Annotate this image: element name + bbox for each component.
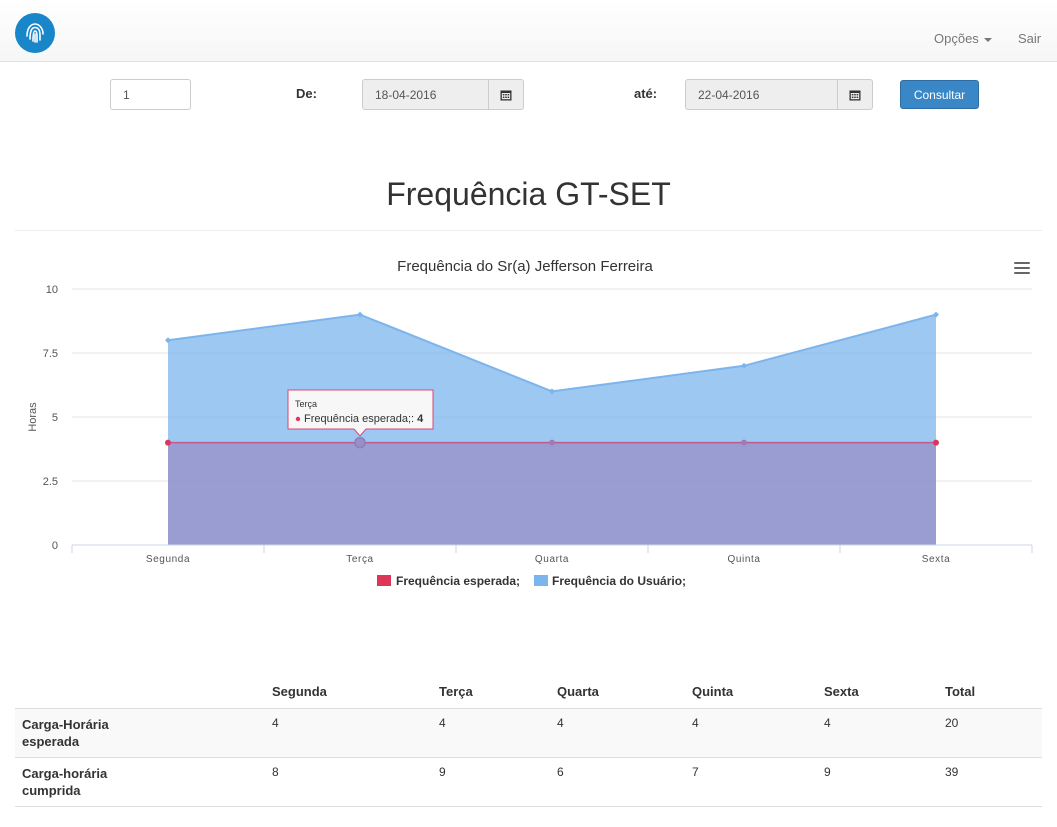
row-label: Carga-horária cumprida [15, 757, 265, 807]
calendar-icon [500, 90, 512, 100]
y-tick-label: 5 [52, 412, 58, 424]
de-label: De: [296, 86, 317, 101]
series-area-expected [168, 442, 936, 545]
hover-marker [354, 436, 366, 449]
x-tick-label: Quinta [727, 554, 760, 565]
tooltip-category: Terça [295, 399, 317, 409]
y-axis-label: Horas [27, 402, 39, 432]
chart-menu-icon[interactable] [1014, 262, 1030, 276]
data-point-expected [549, 439, 555, 446]
legend-swatch [377, 575, 391, 586]
consultar-button[interactable]: Consultar [900, 80, 979, 109]
tooltip-value: 4 [417, 413, 424, 425]
table-cell: 4 [685, 708, 817, 758]
table-cell: 9 [817, 757, 938, 807]
table-cell: 8 [265, 757, 432, 807]
summary-table: Segunda Terça Quarta Quinta Sexta Total … [15, 676, 1042, 807]
table-header-row: Segunda Terça Quarta Quinta Sexta Total [15, 676, 1042, 709]
table-header-cell: Total [938, 676, 1042, 709]
table-header-cell: Sexta [817, 676, 938, 709]
table-cell: 4 [432, 708, 550, 758]
frequency-area-chart: Frequência do Sr(a) Jefferson Ferreira 0 2… [27, 258, 1033, 588]
row-label-line: Carga-horária [22, 765, 108, 781]
x-tick-label: Segunda [146, 554, 190, 565]
tooltip-bullet [295, 416, 301, 422]
data-point-expected [165, 439, 171, 446]
table-header-cell [15, 676, 265, 709]
start-date-input[interactable] [362, 79, 489, 110]
y-tick-label: 2.5 [43, 476, 58, 488]
options-menu-label: Opções [934, 31, 979, 46]
divider [15, 230, 1042, 231]
table-row: Carga-horária cumprida 8 9 6 7 9 39 [15, 757, 1042, 807]
chart-title: Frequência do Sr(a) Jefferson Ferreira [397, 258, 653, 275]
row-label: Carga-Horária esperada [15, 708, 265, 758]
logout-link[interactable]: Sair [1018, 31, 1041, 46]
table-cell: 4 [817, 708, 938, 758]
row-label-line: esperada [22, 733, 80, 749]
y-tick-label: 0 [52, 540, 58, 552]
table-cell: 9 [432, 757, 550, 807]
legend-swatch [534, 575, 548, 586]
end-date-calendar-button[interactable] [837, 79, 873, 110]
legend-label: Frequência esperada; [396, 574, 520, 588]
chart-legend: Frequência esperada; Frequência do Usuári… [377, 574, 686, 588]
legend-label: Frequência do Usuário; [552, 574, 686, 588]
x-tick-label: Quarta [535, 554, 569, 565]
options-menu[interactable]: Opções [934, 31, 992, 46]
fingerprint-logo-icon[interactable] [15, 13, 55, 53]
x-tick-label: Sexta [922, 554, 951, 565]
tooltip-series-label: Frequência esperada;: 4 [304, 413, 424, 425]
table-row: Carga-Horária esperada 4 4 4 4 4 20 [15, 708, 1042, 758]
y-tick-label: 10 [46, 284, 58, 296]
data-point-expected [741, 439, 747, 446]
table-header-cell: Terça [432, 676, 550, 709]
table-cell: 4 [265, 708, 432, 758]
user-id-input[interactable] [110, 79, 191, 110]
caret-down-icon [983, 37, 992, 42]
start-date-calendar-button[interactable] [488, 79, 524, 110]
table-header-cell: Quarta [550, 676, 685, 709]
row-label-line: cumprida [22, 782, 81, 798]
data-point-expected [933, 439, 939, 446]
chart-tooltip: Terça Frequência esperada;: 4 [287, 389, 434, 437]
top-navbar: Opções Sair [0, 0, 1057, 62]
table-cell: 4 [550, 708, 685, 758]
table-cell: 39 [938, 757, 1042, 807]
ate-label: até: [634, 86, 658, 101]
end-date-input[interactable] [685, 79, 838, 110]
calendar-icon [849, 90, 861, 100]
y-tick-label: 7.5 [43, 348, 58, 360]
table-header-cell: Quinta [685, 676, 817, 709]
table-cell: 6 [550, 757, 685, 807]
page-title: Frequência GT-SET [386, 176, 671, 212]
table-header-cell: Segunda [265, 676, 432, 709]
table-cell: 7 [685, 757, 817, 807]
row-label-line: Carga-Horária [22, 716, 109, 732]
table-cell: 20 [938, 708, 1042, 758]
x-tick-label: Terça [346, 554, 373, 565]
